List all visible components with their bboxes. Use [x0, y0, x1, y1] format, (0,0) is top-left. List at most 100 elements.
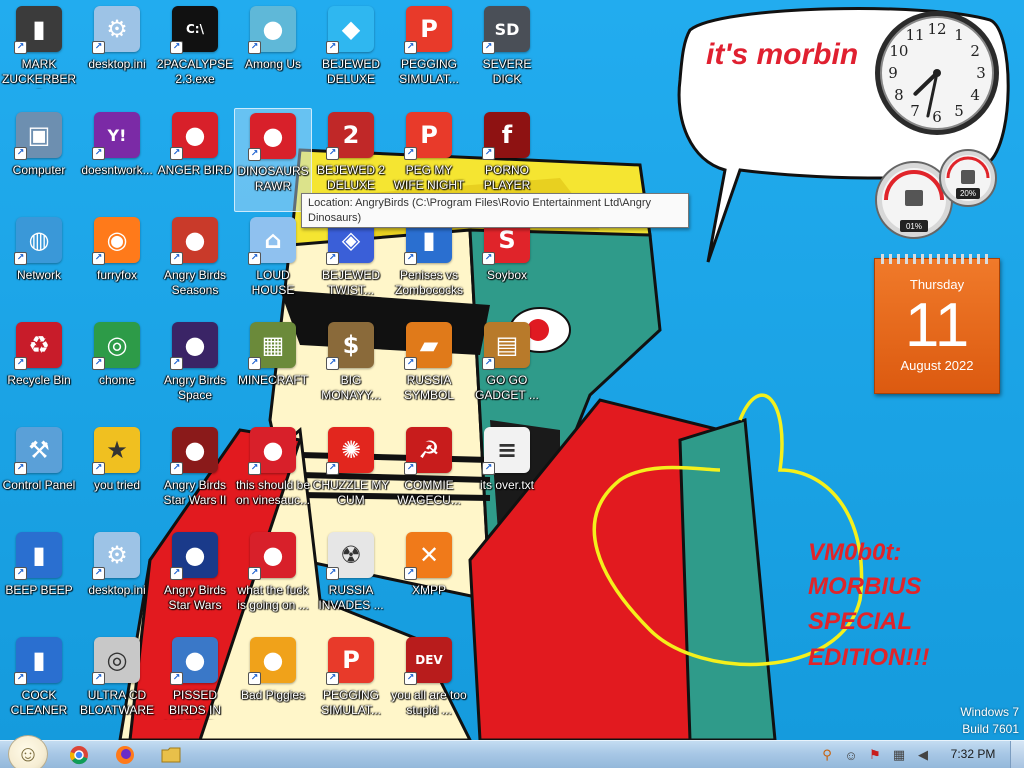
- shortcut-arrow-icon: ↗: [170, 672, 183, 685]
- shortcut-arrow-icon: ↗: [14, 672, 27, 685]
- blue-box-icon: ▮ ↗: [14, 532, 62, 580]
- desktop-icon[interactable]: ✺ ↗ CHUZZLE MY CUM: [312, 423, 390, 527]
- desktop-icon[interactable]: ◉ ↗ furryfox: [78, 213, 156, 317]
- desktop-icon-label: BEJEWED DELUXE: [321, 57, 380, 86]
- desktop-icon-label: XMPP: [411, 583, 446, 597]
- desktop-icon[interactable]: P ↗ PEGGING SIMULAT...: [312, 633, 390, 737]
- desktop-icon[interactable]: ◆ ↗ BEJEWED DELUXE: [312, 2, 390, 106]
- diamond-gem-icon: ◆ ↗: [326, 6, 374, 54]
- clock-numeral: 4: [970, 86, 980, 104]
- desktop-icon[interactable]: ◈ ↗ BEJEWED TWIST...: [312, 213, 390, 317]
- desktop-icon-label: PISSED BIRDS IN VIDEO G...: [165, 688, 225, 720]
- desktop-icon[interactable]: ⌂ ↗ LOUD HOUSE: [234, 213, 312, 317]
- desktop-icon[interactable]: ▮ ↗ COCK CLEANER: [0, 633, 78, 737]
- desktop-icon[interactable]: Y! ↗ doesntwork...: [78, 108, 156, 212]
- shortcut-arrow-icon: ↗: [482, 252, 495, 265]
- desktop-icon[interactable]: ▮↗MARK ZUCKERBERG: [0, 2, 78, 106]
- shortcut-arrow-icon: ↗: [326, 462, 339, 475]
- desktop-icon[interactable]: ● ↗ Among Us: [234, 2, 312, 106]
- tagline-line-2: MORBIUS: [808, 573, 921, 600]
- desktop-icon[interactable]: ◎ ↗ ULTRA CD BLOATWARE: [78, 633, 156, 737]
- desktop-icon[interactable]: ● ↗ Angry Birds Star Wars: [156, 528, 234, 632]
- shortcut-arrow-icon: ↗: [404, 147, 417, 160]
- search-magnifier-icon[interactable]: ⚲: [818, 746, 836, 764]
- taskbar-firefox-button[interactable]: [104, 743, 146, 767]
- desktop-icon[interactable]: ≡ ↗ its over.txt: [468, 423, 546, 527]
- shortcut-arrow-icon: ↗: [92, 41, 105, 54]
- action-center-flag-icon[interactable]: ⚑: [866, 746, 884, 764]
- chrome-icon: [70, 746, 88, 765]
- show-desktop-button[interactable]: [1010, 741, 1024, 768]
- desktop-icon-label: COCK CLEANER: [10, 688, 68, 717]
- desktop-icon[interactable]: ▮ ↗ BEEP BEEP: [0, 528, 78, 632]
- desktop-icon[interactable]: ▣ ↗ Computer: [0, 108, 78, 212]
- tray-clock[interactable]: 7:32 PM: [942, 747, 1004, 761]
- desktop-icon[interactable]: ☢ ↗ RUSSIA INVADES ...: [312, 528, 390, 632]
- clock-gadget[interactable]: 1 2 3 4 5 6 7 8 9 10 11 12: [872, 8, 1002, 138]
- radiation-icon: ☢ ↗: [326, 532, 374, 580]
- shortcut-arrow-icon: ↗: [170, 252, 183, 265]
- shortcut-arrow-icon: ↗: [92, 567, 105, 580]
- desktop-icon[interactable]: ☭ ↗ COMMIE WAGECU...: [390, 423, 468, 527]
- taskbar-chrome-button[interactable]: [58, 743, 100, 767]
- desktop-icon[interactable]: ● ↗ this should be on vinesauc...: [234, 423, 312, 527]
- desktop-icon[interactable]: ● ↗ Angry Birds Space: [156, 318, 234, 422]
- tagline-line-1: VM0b0t:: [808, 539, 901, 566]
- taskbar: ☺ ⚲ ☺ ⚑ ▦ ◀ 7:32 PM: [0, 735, 1024, 768]
- desktop-icon[interactable]: ▮ ↗ Penises vs Zombococks: [390, 213, 468, 317]
- desktop-icon[interactable]: ● ↗ Bad Piggies: [234, 633, 312, 737]
- memory-usage-value: 20%: [960, 189, 976, 198]
- desktop-icon[interactable]: ● ↗ Angry Birds Seasons: [156, 213, 234, 317]
- network-icon[interactable]: ▦: [890, 746, 908, 764]
- desktop-icon[interactable]: $ ↗ BIG MONAYY...: [312, 318, 390, 422]
- computer-icon: ▣ ↗: [14, 112, 62, 160]
- shortcut-arrow-icon: ↗: [14, 147, 27, 160]
- desktop-icon[interactable]: ✕ ↗ XMPP: [390, 528, 468, 632]
- shortcut-arrow-icon: ↗: [248, 462, 261, 475]
- desktop-icon[interactable]: ● ↗ ANGER BIRD: [156, 108, 234, 212]
- desktop-icon[interactable]: ★ ↗ you tried: [78, 423, 156, 527]
- desktop-icon[interactable]: ⚒ ↗ Control Panel: [0, 423, 78, 527]
- p-logo-icon: P ↗: [404, 6, 452, 54]
- desktop-icon[interactable]: SD ↗ SEVERE DICK: [468, 2, 546, 106]
- desktop-icon-label: GO GO GADGET ...: [475, 373, 539, 402]
- firefox-icon: ◉ ↗: [92, 217, 140, 265]
- desktop-icon[interactable]: C:\ ↗ 2PACALYPSE 2.3.exe: [156, 2, 234, 106]
- desktop-icon[interactable]: ●↗PISSED BIRDS IN VIDEO G...: [156, 633, 234, 737]
- clock-numeral: 10: [889, 42, 908, 60]
- cpu-meter-gadget[interactable]: 01% 20%: [872, 148, 1002, 248]
- calendar-gadget[interactable]: Thursday 11 August 2022: [874, 254, 1000, 394]
- desktop-icon[interactable]: ▰ ↗ RUSSIA SYMBOL: [390, 318, 468, 422]
- desktop-icon[interactable]: S ↗ Soybox: [468, 213, 546, 317]
- chat-icon[interactable]: ☺: [842, 746, 860, 764]
- firefox-icon: [116, 746, 134, 764]
- desktop-icon[interactable]: DEV ↗ you all are too stupid ...: [390, 633, 468, 737]
- calendar-month: August 2022: [900, 358, 974, 373]
- desktop-icon[interactable]: ▦ ↗ MINECRAFT: [234, 318, 312, 422]
- shortcut-arrow-icon: ↗: [482, 41, 495, 54]
- shortcut-arrow-icon: ↗: [248, 148, 261, 161]
- shortcut-arrow-icon: ↗: [170, 462, 183, 475]
- desktop-icon[interactable]: ⚙ ↗ desktop.ini: [78, 2, 156, 106]
- desktop-icon[interactable]: ⚙ ↗ desktop.ini: [78, 528, 156, 632]
- cpu-usage-value: 01%: [906, 222, 922, 231]
- desktop-icon[interactable]: ◍ ↗ Network: [0, 213, 78, 317]
- desktop-icon-label: furryfox: [96, 268, 137, 282]
- volume-icon[interactable]: ◀: [914, 746, 932, 764]
- shortcut-arrow-icon: ↗: [326, 357, 339, 370]
- desktop-icon[interactable]: ♻ ↗ Recycle Bin: [0, 318, 78, 422]
- taskbar-explorer-button[interactable]: [150, 743, 192, 767]
- shortcut-arrow-icon: ↗: [92, 147, 105, 160]
- desktop-icon[interactable]: ▤ ↗ GO GO GADGET ...: [468, 318, 546, 422]
- desktop-icon[interactable]: ◎ ↗ chome: [78, 318, 156, 422]
- shortcut-arrow-icon: ↗: [170, 357, 183, 370]
- gold-star-icon: ★ ↗: [92, 427, 140, 475]
- shortcut-arrow-icon: ↗: [404, 462, 417, 475]
- desktop-icon[interactable]: P ↗ PEGGING SIMULAT...: [390, 2, 468, 106]
- shortcut-arrow-icon: ↗: [482, 147, 495, 160]
- desktop-icon[interactable]: ● ↗ what the fuck is going on ...: [234, 528, 312, 632]
- desktop-icon-label: BIG MONAYY...: [321, 373, 381, 402]
- desktop-icon[interactable]: ● ↗ Angry Birds Star Wars II: [156, 423, 234, 527]
- control-panel-icon: ⚒ ↗: [14, 427, 62, 475]
- start-button[interactable]: ☺: [8, 735, 48, 768]
